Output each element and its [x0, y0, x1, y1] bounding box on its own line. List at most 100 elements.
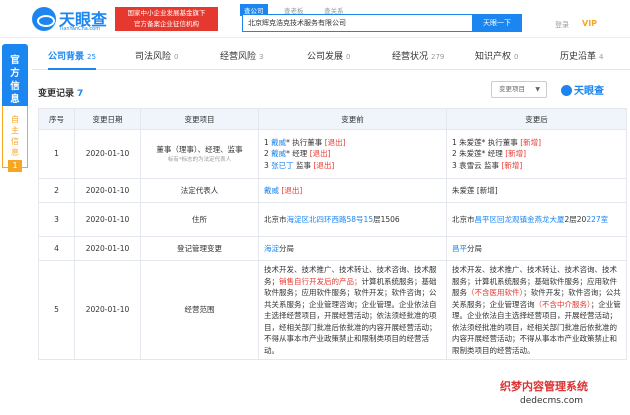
tab-count: 279: [431, 53, 445, 61]
row-number: 2: [38, 178, 75, 203]
bureau-link[interactable]: 海淀: [264, 244, 279, 253]
sidebar-item-official-info[interactable]: 官方信息: [2, 44, 28, 106]
table-row: 5 2020-01-10 经营范围 技术开发、技术推广、技术转让、技术咨询、技术…: [38, 260, 627, 360]
change-record-table: 序号 变更日期 变更项目 变更前 变更后 1 2020-01-10 董事（理事）…: [38, 108, 627, 360]
section-title-text: 变更记录: [38, 89, 75, 99]
tianyancha-logo-icon[interactable]: [32, 7, 56, 31]
exit-tag: [退出]: [324, 137, 346, 147]
tab-count: 0: [346, 53, 351, 61]
address-link[interactable]: 昌平区: [475, 215, 498, 224]
row-item: 经营范围: [140, 260, 259, 360]
tab-business-status[interactable]: 经营状况 279: [392, 46, 444, 70]
dedecms-watermark-url: dedecms.com: [520, 396, 583, 406]
row-item: 董事（理事）、经理、监事 标有*标志的为法定代表人: [140, 129, 259, 179]
new-tag: [新增]: [505, 149, 527, 159]
sidebar-item-label: 官方信息: [10, 55, 20, 105]
tab-label: 知识产权: [475, 52, 512, 62]
exit-tag: [退出]: [281, 185, 303, 195]
table-row: 3 2020-01-10 住所 北京市海淀区北四环西路58号15层1506 北京…: [38, 202, 627, 237]
tianyancha-watermark: 天眼查: [561, 82, 604, 97]
person-link[interactable]: 戴威: [264, 186, 279, 195]
tab-label: 历史沿革: [560, 52, 597, 62]
table-row: 1 2020-01-10 董事（理事）、经理、监事 标有*标志的为法定代表人 1 …: [38, 129, 627, 179]
row-number: 1: [38, 129, 75, 179]
col-header-item: 变更项目: [140, 108, 259, 130]
bureau-link[interactable]: 昌平: [452, 244, 467, 253]
removed-text: 销售自行开发后的产品；: [279, 276, 362, 286]
tab-legal-risk[interactable]: 司法风险 0: [135, 46, 178, 70]
change-item-filter-select[interactable]: 变更项目 ▼: [491, 81, 547, 98]
row-after: 北京市昌平区回龙观镇金燕龙大厦2层20227室: [446, 202, 627, 237]
tab-history[interactable]: 历史沿革 4: [560, 46, 603, 70]
row-before: 技术开发、技术推广、技术转让、技术咨询、技术服务；销售自行开发后的产品；计算机系…: [258, 260, 447, 360]
exit-tag: [退出]: [309, 149, 331, 159]
official-badge: 国家中小企业发展基金旗下 官方备案企业征信机构: [115, 7, 218, 31]
tab-count: 0: [514, 53, 519, 61]
tab-label: 经营风险: [220, 52, 257, 62]
table-row: 4 2020-01-10 登记管理变更 海淀分局 昌平分局: [38, 236, 627, 261]
row-item: 登记管理变更: [140, 236, 259, 261]
address-link[interactable]: 北四环西路58号15: [309, 215, 373, 224]
col-header-no: 序号: [38, 108, 75, 130]
row-number: 5: [38, 260, 75, 360]
category-tabs: 公司背景 25 司法风险 0 经营风险 3 公司发展 0 经营状况 279 知识产权 0 历…: [32, 46, 630, 70]
row-item: 住所: [140, 202, 259, 237]
row-date: 2020-01-10: [74, 260, 141, 360]
row-number: 3: [38, 202, 75, 237]
row-after: 技术开发、技术推广、技术转让、技术咨询、技术服务；计算机系统服务；基础软件服务；…: [446, 260, 627, 360]
login-link[interactable]: 登录: [555, 20, 569, 30]
section-count: 7: [77, 89, 84, 99]
person-name: 朱爱莲: [459, 149, 482, 159]
col-header-before: 变更前: [258, 108, 447, 130]
tab-label: 司法风险: [135, 52, 172, 62]
tab-label: 公司背景: [48, 52, 85, 62]
sidebar-item-self-info[interactable]: 自主信息 1: [2, 106, 28, 172]
sidebar-item-label: 自主信息: [11, 115, 19, 157]
person-link[interactable]: 张已丁: [271, 161, 294, 170]
search-button[interactable]: 天眼一下: [472, 14, 522, 32]
vip-link[interactable]: VIP: [582, 19, 597, 28]
sidebar: 官方信息 自主信息 1: [2, 44, 28, 172]
person-link[interactable]: 戴威: [271, 138, 286, 147]
item-note: 标有*标志的为法定代表人: [167, 156, 232, 163]
address-link[interactable]: 海淀区: [287, 215, 310, 224]
person-link[interactable]: 戴威: [271, 149, 286, 158]
row-item: 法定代表人: [140, 178, 259, 203]
dedecms-watermark: 织梦内容管理系统: [500, 380, 588, 393]
tab-company-development[interactable]: 公司发展 0: [307, 46, 350, 70]
watermark-text: 天眼查: [574, 86, 604, 97]
row-after: 昌平分局: [446, 236, 627, 261]
tab-count: 4: [599, 53, 604, 61]
address-link[interactable]: 227室: [586, 215, 608, 224]
exit-tag: [退出]: [313, 160, 335, 170]
row-date: 2020-01-10: [74, 178, 141, 203]
added-text: （不含医用软件）: [467, 288, 524, 297]
row-after: 1 朱爱莲* 执行董事 [新增] 2 朱爱莲* 经理 [新增] 3 袁雪云 监事…: [446, 129, 627, 179]
person-name: 朱爱莲: [459, 137, 482, 147]
tab-label: 经营状况: [392, 52, 429, 62]
tab-count: 25: [87, 53, 96, 61]
search-input[interactable]: 北京辉克浩克技术服务有限公司: [242, 14, 472, 32]
tab-count: 3: [259, 53, 264, 61]
tab-business-risk[interactable]: 经营风险 3: [220, 46, 263, 70]
tab-count: 0: [174, 53, 179, 61]
added-text: （不含中介服务）: [534, 299, 591, 309]
col-header-after: 变更后: [446, 108, 627, 130]
sidebar-count-badge: 1: [8, 160, 22, 172]
row-date: 2020-01-10: [74, 202, 141, 237]
chevron-down-icon: ▼: [535, 86, 540, 93]
row-before: 1 戴威* 执行董事 [退出] 2 戴威* 经理 [退出] 3 张已丁 监事 […: [258, 129, 447, 179]
tab-company-background[interactable]: 公司背景 25: [48, 46, 96, 70]
person-name: 袁雪云: [459, 160, 482, 170]
address-link[interactable]: 回龙观镇金燕龙大厦: [497, 215, 565, 224]
row-date: 2020-01-10: [74, 236, 141, 261]
row-number: 4: [38, 236, 75, 261]
new-tag: [新增]: [501, 160, 523, 170]
tab-intellectual-property[interactable]: 知识产权 0: [475, 46, 518, 70]
col-header-date: 变更日期: [74, 108, 141, 130]
section-title: 变更记录 7: [38, 86, 83, 99]
row-before: 戴威 [退出]: [258, 178, 447, 203]
table-row: 2 2020-01-10 法定代表人 戴威 [退出] 朱爱莲 [新增]: [38, 178, 627, 203]
logo-url: TianYanCha.com: [59, 26, 101, 32]
badge-line-1: 国家中小企业发展基金旗下: [127, 9, 206, 17]
